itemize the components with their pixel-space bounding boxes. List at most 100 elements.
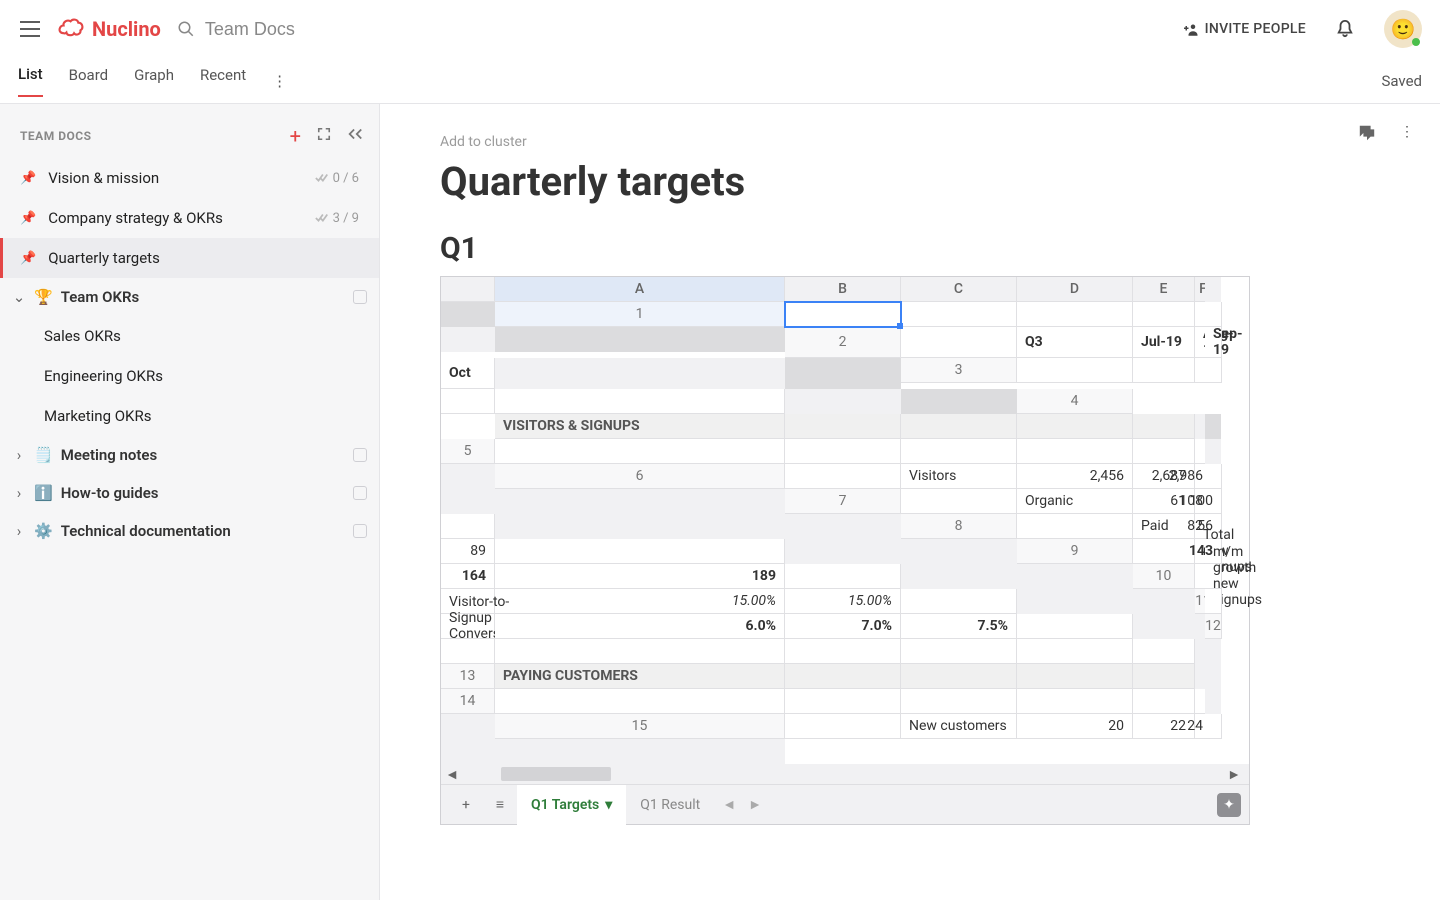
- sheet-explore-button[interactable]: ✦: [1217, 793, 1241, 817]
- view-tab-list[interactable]: List: [18, 65, 43, 97]
- row-header[interactable]: 7: [785, 489, 901, 514]
- table-cell[interactable]: [1133, 539, 1195, 564]
- col-header[interactable]: E: [1133, 277, 1195, 302]
- chevron-down-icon[interactable]: ▾: [605, 797, 612, 813]
- table-cell[interactable]: [1133, 664, 1195, 689]
- table-cell[interactable]: Jul-19: [1133, 327, 1195, 358]
- row-header[interactable]: 14: [441, 689, 495, 714]
- sidebar-group-technical-docs[interactable]: › ⚙️ Technical documentation: [0, 512, 379, 550]
- sheet-tab-q1-results[interactable]: Q1 Result: [626, 785, 714, 825]
- table-cell[interactable]: [1133, 302, 1195, 327]
- table-cell[interactable]: [495, 639, 785, 664]
- vscroll-thumb[interactable]: [901, 389, 1017, 414]
- table-cell[interactable]: [901, 302, 1017, 327]
- corner-cell[interactable]: [441, 277, 495, 302]
- vscroll-thumb[interactable]: [785, 358, 901, 389]
- table-cell[interactable]: [1017, 358, 1133, 383]
- view-tab-recent[interactable]: Recent: [200, 66, 246, 96]
- table-cell[interactable]: [1017, 414, 1133, 439]
- section-heading[interactable]: Q1: [440, 231, 1380, 266]
- row-header[interactable]: 9: [1017, 539, 1133, 564]
- scroll-right-icon[interactable]: ►: [1223, 766, 1245, 783]
- sidebar-item-engineering-okrs[interactable]: Engineering OKRs: [0, 356, 379, 396]
- table-cell[interactable]: [785, 302, 901, 327]
- table-cell[interactable]: [1017, 614, 1133, 639]
- scroll-left-icon[interactable]: ◄: [441, 766, 463, 783]
- table-cell[interactable]: [495, 689, 785, 714]
- table-cell[interactable]: [1017, 689, 1133, 714]
- view-more-button[interactable]: ⋮: [272, 72, 287, 90]
- sidebar-item-sales-okrs[interactable]: Sales OKRs: [0, 316, 379, 356]
- view-tab-board[interactable]: Board: [69, 66, 108, 96]
- vscroll-thumb[interactable]: [1205, 414, 1221, 439]
- table-cell[interactable]: Visitor-to-Signup Conversion Rate: [441, 614, 495, 639]
- table-cell[interactable]: [1205, 358, 1222, 383]
- table-cell[interactable]: [1017, 639, 1133, 664]
- col-header[interactable]: D: [1017, 277, 1133, 302]
- doc-more-button[interactable]: ⋮: [1400, 124, 1414, 146]
- sidebar-item-strategy[interactable]: 📌 Company strategy & OKRs 3 / 9: [0, 198, 379, 238]
- table-cell[interactable]: 15.00%: [495, 589, 785, 614]
- table-cell[interactable]: Oct: [441, 358, 495, 389]
- table-cell[interactable]: [901, 689, 1017, 714]
- sidebar-group-meeting-notes[interactable]: › 🗒️ Meeting notes: [0, 436, 379, 474]
- table-cell[interactable]: [441, 514, 495, 539]
- col-header[interactable]: C: [901, 277, 1017, 302]
- sidebar-add-button[interactable]: +: [290, 124, 301, 148]
- table-cell[interactable]: 6.0%: [495, 614, 785, 639]
- sidebar-collapse-button[interactable]: [347, 127, 363, 145]
- table-cell[interactable]: [785, 564, 901, 589]
- table-cell[interactable]: [441, 639, 495, 664]
- table-cell[interactable]: [785, 639, 901, 664]
- table-cell[interactable]: [495, 439, 785, 464]
- table-cell[interactable]: [495, 389, 785, 414]
- row-header[interactable]: 2: [785, 327, 901, 358]
- table-cell[interactable]: Visitors: [901, 464, 1017, 489]
- sidebar-item-quarterly-targets[interactable]: 📌 Quarterly targets: [0, 238, 379, 278]
- table-cell[interactable]: [1205, 464, 1222, 489]
- row-header[interactable]: 5: [441, 439, 495, 464]
- row-header[interactable]: 8: [901, 514, 1017, 539]
- table-cell[interactable]: [901, 489, 1017, 514]
- table-cell[interactable]: 89: [441, 539, 495, 564]
- table-cell[interactable]: [1205, 589, 1222, 614]
- table-cell[interactable]: [1133, 439, 1195, 464]
- table-cell[interactable]: 164: [441, 564, 495, 589]
- table-cell[interactable]: [1133, 414, 1195, 439]
- table-cell[interactable]: [785, 439, 901, 464]
- table-cell[interactable]: [785, 664, 901, 689]
- table-cell[interactable]: [901, 327, 1017, 358]
- table-cell[interactable]: m/m growth new signups: [1205, 564, 1222, 589]
- table-cell[interactable]: 2,456: [1017, 464, 1133, 489]
- search-field[interactable]: [177, 18, 403, 41]
- sidebar-group-checkbox[interactable]: [353, 524, 367, 538]
- table-cell[interactable]: 22: [1133, 714, 1195, 739]
- view-tab-graph[interactable]: Graph: [134, 66, 174, 96]
- hamburger-menu-button[interactable]: [18, 17, 42, 41]
- table-cell[interactable]: [785, 689, 901, 714]
- table-cell[interactable]: [901, 439, 1017, 464]
- col-header[interactable]: A: [495, 277, 785, 302]
- table-cell[interactable]: [901, 639, 1017, 664]
- table-cell[interactable]: [1017, 664, 1133, 689]
- table-cell[interactable]: [785, 464, 901, 489]
- table-cell[interactable]: 20: [1017, 714, 1133, 739]
- sidebar-group-howto[interactable]: › ℹ️ How-to guides: [0, 474, 379, 512]
- sidebar-group-checkbox[interactable]: [353, 448, 367, 462]
- table-cell[interactable]: [495, 539, 785, 564]
- sidebar-item-vision[interactable]: 📌 Vision & mission 0 / 6: [0, 158, 379, 198]
- table-cell[interactable]: Sep-19: [1205, 327, 1222, 358]
- table-cell[interactable]: [901, 414, 1017, 439]
- row-header[interactable]: 13: [441, 664, 495, 689]
- row-header[interactable]: 10: [1133, 564, 1195, 589]
- table-cell[interactable]: [1205, 714, 1222, 739]
- row-header[interactable]: 3: [901, 358, 1017, 383]
- table-cell[interactable]: 189: [495, 564, 785, 589]
- table-cell[interactable]: [785, 414, 901, 439]
- sheet-tab-q1-targets[interactable]: Q1 Targets ▾: [517, 785, 626, 825]
- sheet-all-tabs-button[interactable]: ≡: [483, 796, 517, 813]
- table-cell[interactable]: [1017, 439, 1133, 464]
- vscroll-thumb[interactable]: [441, 302, 495, 327]
- row-header[interactable]: 1: [495, 302, 785, 327]
- sheet-tab-next-button[interactable]: ►: [748, 796, 762, 813]
